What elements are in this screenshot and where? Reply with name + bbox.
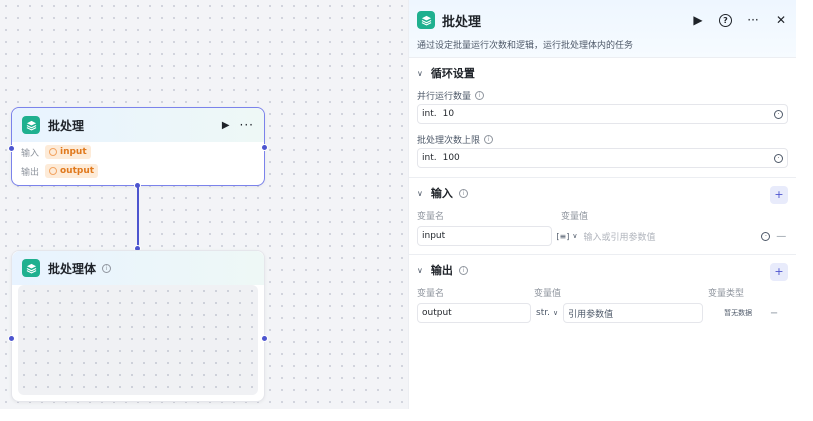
body-node-left-port[interactable] — [8, 335, 15, 342]
connection-edge[interactable] — [137, 186, 139, 248]
panel-header: 批处理 ▶ ? ··· ✕ 通过设定批量运行次数和逻辑，运行批处理体内的任务 — [409, 0, 796, 58]
input-name-field[interactable]: input — [417, 226, 553, 246]
parallel-count-value: 10 — [442, 109, 455, 119]
input-variable-pill: input — [45, 145, 91, 159]
panel-description: 通过设定批量运行次数和逻辑，运行批处理体内的任务 — [417, 41, 634, 51]
parallel-count-label: 并行运行数量 i — [417, 88, 788, 102]
loop-settings-section: ∨ 循环设置 并行运行数量 i int. 10 · 批处理次数上限 i int.… — [409, 58, 796, 178]
output-variable-name: output — [60, 166, 95, 176]
batch-icon — [22, 116, 40, 134]
type-tag: int. — [422, 153, 437, 163]
close-icon[interactable]: ✕ — [774, 13, 788, 27]
chevron-down-icon: ∨ — [417, 68, 423, 78]
output-variable-type: 暂无数据 — [724, 309, 753, 317]
batch-node-input-row: 输入 input — [12, 143, 264, 161]
loop-settings-title: 循环设置 — [430, 67, 475, 80]
info-icon[interactable]: i — [484, 134, 494, 144]
output-row: output str. ∨ 引用参数值 暂无数据 − — [417, 302, 788, 324]
batch-node-right-port[interactable] — [261, 144, 268, 151]
inputs-toggle[interactable]: ∨ 输入 i — [417, 178, 788, 208]
type-tag: int. — [422, 109, 437, 119]
batch-body-title: 批处理体 — [48, 261, 97, 276]
output-value-field[interactable]: 引用参数值 — [563, 303, 704, 323]
panel-title: 批处理 — [442, 14, 482, 30]
chevron-down-icon: ∨ — [572, 232, 578, 240]
batch-limit-input[interactable]: int. 100 · — [417, 148, 788, 168]
info-icon[interactable]: i — [102, 263, 112, 273]
output-label: 输出 — [21, 167, 40, 178]
col-variable-name: 变量名 — [417, 288, 445, 299]
info-icon[interactable]: i — [475, 90, 485, 100]
reference-icon[interactable]: · — [761, 231, 771, 241]
output-variable-pill: output — [45, 164, 99, 178]
outputs-section: ∨ 输出 i + 变量名 变量值 变量类型 output str. ∨ 引用参数… — [409, 255, 796, 335]
input-variable-name: input — [60, 147, 87, 157]
more-icon[interactable]: ··· — [746, 13, 760, 27]
variable-icon — [49, 167, 57, 175]
reference-icon[interactable]: · — [774, 109, 783, 119]
loop-settings-toggle[interactable]: ∨ 循环设置 — [417, 58, 788, 88]
info-icon[interactable]: i — [458, 188, 468, 198]
output-name-field[interactable]: output — [417, 303, 531, 323]
run-icon[interactable]: ▶ — [222, 120, 230, 131]
col-variable-value: 变量值 — [561, 211, 589, 222]
remove-input-button[interactable]: — — [774, 231, 788, 242]
batch-body-icon — [22, 259, 40, 277]
outputs-toggle[interactable]: ∨ 输出 i — [417, 255, 788, 285]
batch-limit-value: 100 — [442, 153, 460, 163]
input-row: input [≡] ∨ 输入或引用参数值 · — — [417, 225, 788, 247]
inputs-title: 输入 — [430, 187, 453, 200]
inputs-section: ∨ 输入 i + 变量名 变量值 input [≡] ∨ 输入或引用参数值 · … — [409, 178, 796, 255]
parallel-count-input[interactable]: int. 10 · — [417, 104, 788, 124]
workflow-canvas[interactable]: 批处理 ▶ ··· 输入 input 输出 output 批处理体 i — [0, 0, 408, 409]
input-label: 输入 — [21, 148, 40, 159]
remove-output-button[interactable]: − — [767, 308, 781, 319]
array-type-select[interactable]: [≡] — [556, 232, 569, 241]
col-variable-name: 变量名 — [417, 211, 445, 222]
node-config-panel: 批处理 ▶ ? ··· ✕ 通过设定批量运行次数和逻辑，运行批处理体内的任务 ∨… — [408, 0, 796, 409]
add-input-button[interactable]: + — [770, 186, 788, 204]
batch-node[interactable]: 批处理 ▶ ··· 输入 input 输出 output — [11, 107, 265, 186]
info-icon[interactable]: i — [458, 265, 468, 275]
batch-body-canvas[interactable] — [18, 285, 258, 395]
batch-node-title: 批处理 — [48, 118, 85, 133]
batch-body-node[interactable]: 批处理体 i — [11, 250, 265, 402]
batch-limit-label: 批处理次数上限 i — [417, 132, 788, 146]
input-value-field[interactable]: [≡] ∨ 输入或引用参数值 · — [556, 226, 771, 246]
help-icon[interactable]: ? — [719, 13, 732, 27]
col-variable-type: 变量类型 — [708, 288, 745, 299]
variable-icon — [49, 148, 57, 156]
str-type-select[interactable]: str. — [536, 308, 550, 318]
outputs-title: 输出 — [430, 264, 453, 277]
batch-body-header: 批处理体 i — [12, 251, 264, 285]
run-icon[interactable]: ▶ — [691, 13, 705, 27]
chevron-down-icon: ∨ — [417, 265, 423, 275]
add-output-button[interactable]: + — [770, 263, 788, 281]
col-variable-value: 变量值 — [534, 288, 562, 299]
reference-icon[interactable]: · — [774, 153, 783, 163]
batch-node-left-port[interactable] — [8, 145, 15, 152]
body-node-right-port[interactable] — [261, 335, 268, 342]
input-value-placeholder: 输入或引用参数值 — [583, 232, 656, 243]
batch-node-header: 批处理 ▶ ··· — [12, 108, 264, 142]
batch-icon — [417, 11, 435, 29]
more-icon[interactable]: ··· — [240, 118, 254, 132]
outputs-column-header: 变量名 变量值 变量类型 — [417, 285, 788, 299]
chevron-down-icon: ∨ — [417, 188, 423, 198]
chevron-down-icon: ∨ — [552, 309, 559, 317]
inputs-column-header: 变量名 变量值 — [417, 208, 788, 222]
batch-node-output-row: 输出 output — [12, 162, 264, 180]
